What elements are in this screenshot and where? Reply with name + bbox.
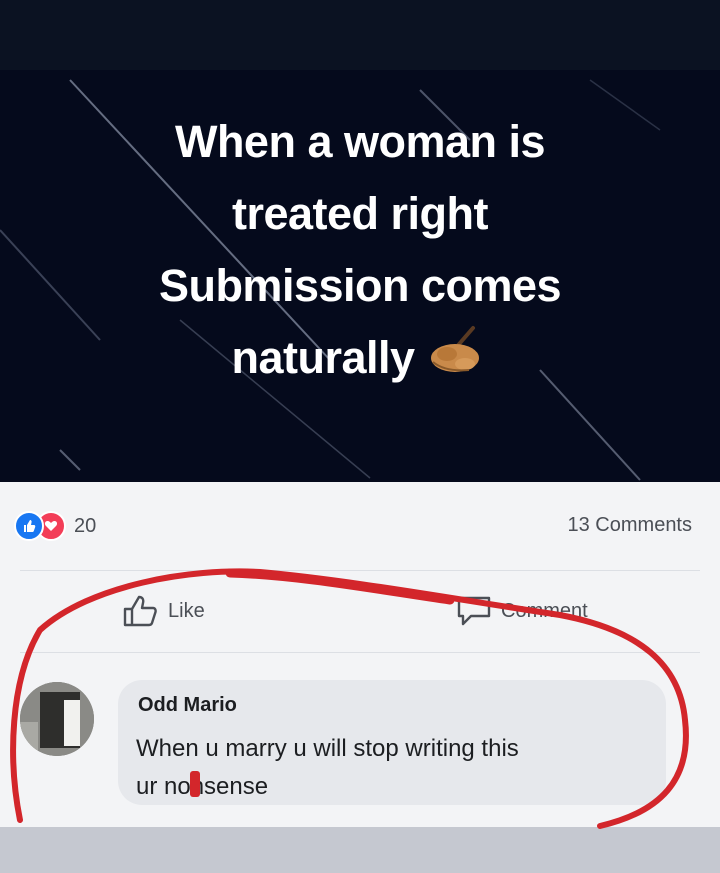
divider-top <box>20 570 700 571</box>
post-caption: When a woman is treated right Submission… <box>60 106 660 399</box>
reaction-count: 20 <box>74 514 97 537</box>
bottom-strip <box>0 827 720 873</box>
comment-text-line-2: ur nonsense <box>136 773 269 800</box>
comment-text-line-1: When u marry u will stop writing this <box>136 735 519 762</box>
divider-bottom <box>20 652 700 653</box>
like-reaction-icon <box>14 511 44 541</box>
comment-author-name[interactable]: Odd Mario <box>138 694 237 717</box>
like-button[interactable]: Like <box>122 594 205 628</box>
comments-count-link[interactable]: 13 Comments <box>568 514 693 537</box>
commenter-avatar[interactable] <box>20 682 94 756</box>
post-image: When a woman is treated right Submission… <box>0 70 720 482</box>
comment-text: When u marry u will stop writing this ur… <box>136 730 656 806</box>
post-card: 20 13 Comments Like Comment Odd Mario Wh… <box>0 482 720 827</box>
caption-line-1: When a woman is <box>174 116 546 167</box>
writing-hand-emoji-icon <box>425 324 489 399</box>
comment-label: Comment <box>501 599 588 622</box>
comment-bubble-icon <box>457 596 491 626</box>
caption-line-4-text: naturally <box>231 332 415 383</box>
caption-line-3: Submission comes <box>158 260 562 311</box>
comment-bubble: Odd Mario When u marry u will stop writi… <box>118 680 666 805</box>
caption-line-2: treated right <box>231 188 489 239</box>
like-label: Like <box>168 599 205 622</box>
comment-button[interactable]: Comment <box>455 594 588 628</box>
thumbs-up-icon <box>123 595 157 627</box>
top-bar <box>0 0 720 70</box>
caption-line-4: naturally <box>60 322 660 399</box>
reactions-summary[interactable]: 20 <box>14 511 97 541</box>
